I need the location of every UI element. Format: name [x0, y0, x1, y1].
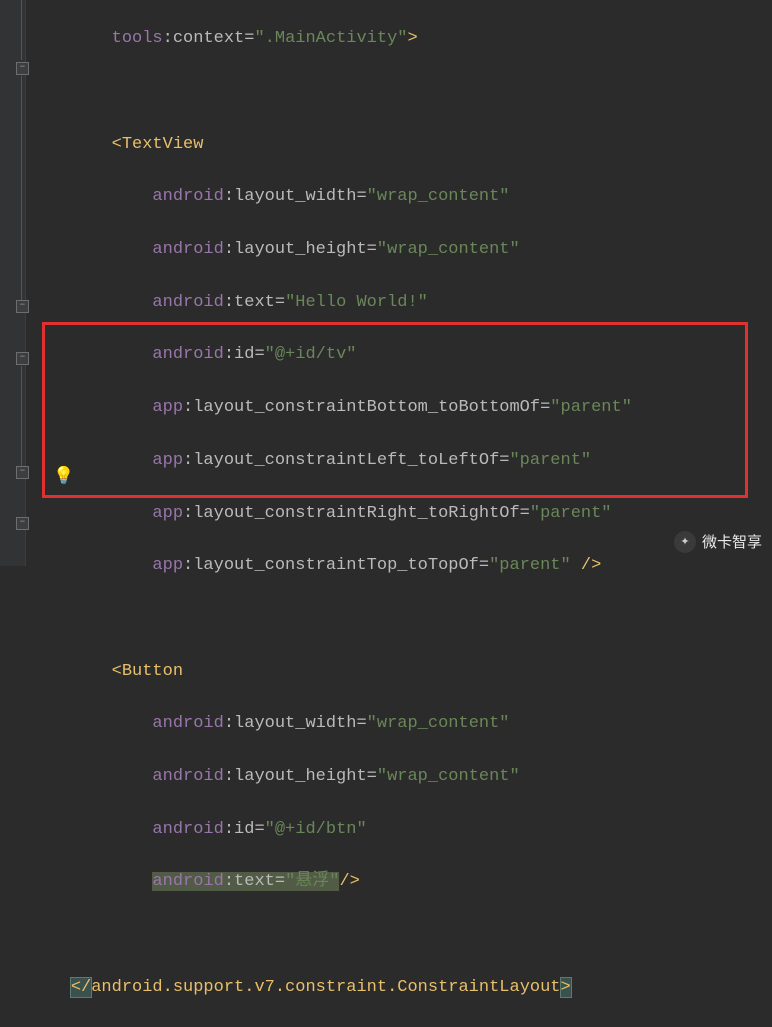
code-line: android:layout_width="wrap_content": [30, 184, 772, 210]
code-line: [30, 79, 772, 105]
fold-guide: [21, 0, 22, 60]
lightbulb-icon[interactable]: 💡: [53, 465, 74, 491]
fold-guide: [21, 366, 22, 472]
code-line: app:layout_constraintBottom_toBottomOf="…: [30, 395, 772, 421]
code-line: app:layout_constraintTop_toTopOf="parent…: [30, 553, 772, 579]
fold-toggle[interactable]: −: [16, 352, 29, 365]
code-line: [30, 922, 772, 948]
fold-toggle[interactable]: −: [16, 62, 29, 75]
code-line: android:text="Hello World!": [30, 290, 772, 316]
code-line: <Button: [30, 659, 772, 685]
code-line: android:id="@+id/tv": [30, 342, 772, 368]
fold-toggle[interactable]: −: [16, 466, 29, 479]
code-editor[interactable]: tools:context=".MainActivity"> <TextView…: [0, 0, 772, 1027]
code-line: app:layout_constraintLeft_toLeftOf="pare…: [30, 448, 772, 474]
fold-guide: [21, 76, 22, 306]
code-line: <TextView: [30, 132, 772, 158]
code-line: android:layout_height="wrap_content": [30, 237, 772, 263]
code-line: [30, 606, 772, 632]
fold-toggle[interactable]: −: [16, 517, 29, 530]
code-line: android:layout_height="wrap_content": [30, 764, 772, 790]
fold-toggle[interactable]: −: [16, 300, 29, 313]
code-line: app:layout_constraintRight_toRightOf="pa…: [30, 501, 772, 527]
code-line: android:layout_width="wrap_content": [30, 711, 772, 737]
code-line: </android.support.v7.constraint.Constrai…: [30, 975, 772, 1001]
watermark-text: 微卡智享: [702, 531, 762, 554]
editor-gutter: [0, 0, 26, 566]
wechat-icon: ✦: [674, 531, 696, 553]
code-line: tools:context=".MainActivity">: [30, 26, 772, 52]
watermark: ✦ 微卡智享: [674, 531, 762, 554]
code-line: android:id="@+id/btn": [30, 817, 772, 843]
code-line: android:text="悬浮"/>: [30, 869, 772, 895]
